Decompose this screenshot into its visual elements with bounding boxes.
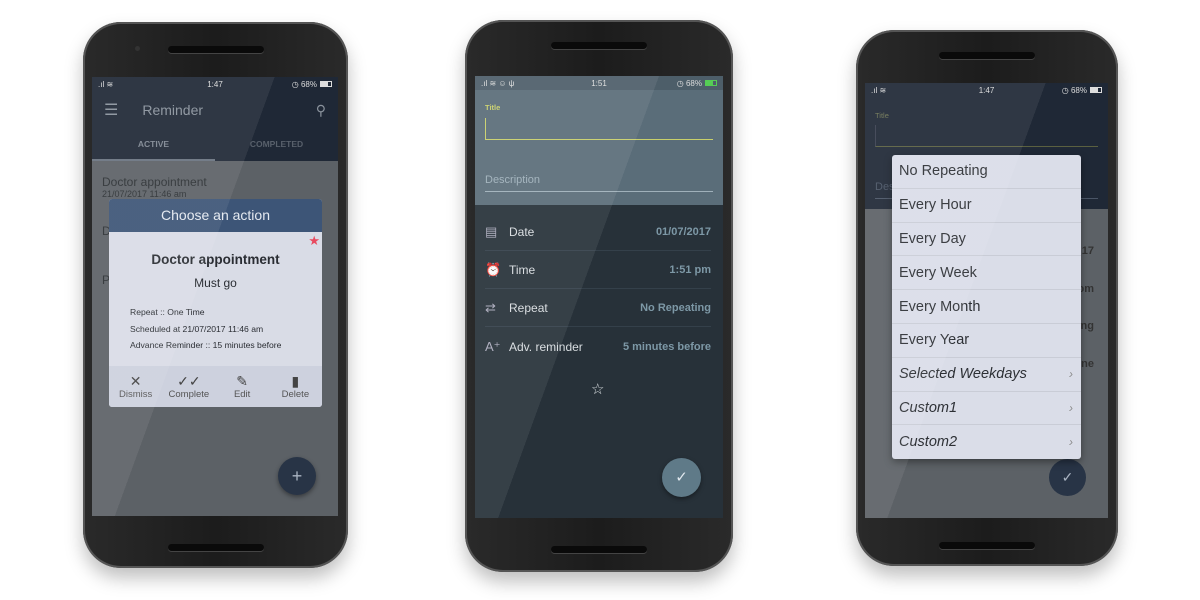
app-title: Reminder bbox=[142, 102, 204, 118]
star-icon[interactable]: ☆ bbox=[591, 380, 604, 398]
adv-reminder-row[interactable]: A⁺ Adv. reminder 5 minutes before bbox=[485, 328, 711, 365]
menu-item-no-repeating[interactable]: No Repeating bbox=[892, 155, 1081, 189]
double-check-icon: ✓✓ bbox=[177, 373, 201, 389]
menu-item-custom1[interactable]: Custom1 › bbox=[892, 392, 1081, 426]
star-icon[interactable]: ★ bbox=[308, 233, 320, 249]
advance-detail: Advance Reminder :: 15 minutes before bbox=[130, 340, 282, 350]
screen: .ıl ≋ 1:47 ◷ 68% ☰ Reminder ⚲ ACTIVE COMPL… bbox=[92, 77, 338, 516]
chevron-right-icon: › bbox=[1069, 367, 1073, 382]
date-row[interactable]: ▤ Date 01/07/2017 bbox=[485, 214, 711, 251]
close-icon: ✕ bbox=[129, 373, 142, 389]
scheduled-detail: Scheduled at 21/07/2017 11:46 am bbox=[130, 323, 264, 334]
tab-active[interactable]: ACTIVE bbox=[92, 129, 215, 161]
menu-item-every-month[interactable]: Every Month bbox=[892, 290, 1081, 324]
title-input[interactable] bbox=[485, 118, 713, 140]
title-label: Title bbox=[875, 111, 889, 120]
text-plus-icon: A⁺ bbox=[485, 338, 501, 354]
dismiss-button[interactable]: ✕ Dismiss bbox=[109, 373, 162, 400]
repeat-detail: Repeat :: One Time bbox=[130, 307, 205, 317]
title-label: Title bbox=[485, 103, 501, 112]
speaker bbox=[167, 544, 264, 551]
menu-item-every-hour[interactable]: Every Hour bbox=[892, 189, 1081, 223]
list-item[interactable]: Doctor appointment 21/07/2017 11:46 am bbox=[102, 175, 207, 199]
menu-item-every-week[interactable]: Every Week bbox=[892, 256, 1081, 291]
screen: .ıl ≋ 1:47 ◷ 68% Title Des 17 om ing one ✓ No… bbox=[865, 83, 1108, 518]
time-row[interactable]: ⏰ Time 1:51 pm bbox=[485, 252, 711, 289]
description-input[interactable]: Description bbox=[485, 174, 713, 192]
phone-3: .ıl ≋ 1:47 ◷ 68% Title Des 17 om ing one ✓ No… bbox=[856, 30, 1118, 566]
action-dialog: Choose an action ★ Doctor appointment Mu… bbox=[109, 199, 322, 407]
phone-1: .ıl ≋ 1:47 ◷ 68% ☰ Reminder ⚲ ACTIVE COMPL… bbox=[83, 22, 348, 568]
menu-item-every-day[interactable]: Every Day bbox=[892, 223, 1081, 257]
edit-button[interactable]: ✎ Edit bbox=[216, 373, 269, 400]
speaker bbox=[939, 542, 1035, 549]
status-bar: .ıl ≋ 1:47 ◷ 68% bbox=[92, 77, 338, 91]
dialog-header: Choose an action bbox=[109, 199, 322, 232]
fab-save-button[interactable]: ✓ bbox=[662, 458, 701, 497]
fab-add-button[interactable]: + bbox=[278, 457, 316, 495]
menu-item-selected-weekdays[interactable]: Selected Weekdays › bbox=[892, 358, 1081, 392]
trash-icon: ▮ bbox=[291, 373, 300, 389]
camera bbox=[135, 46, 140, 51]
chevron-right-icon: › bbox=[1069, 435, 1073, 450]
speaker bbox=[167, 46, 264, 53]
fab-save-button[interactable]: ✓ bbox=[1049, 459, 1086, 496]
calendar-icon: ▤ bbox=[485, 224, 498, 239]
reminder-description: Must go bbox=[194, 276, 237, 290]
chevron-right-icon: › bbox=[1069, 400, 1073, 415]
menu-item-every-year[interactable]: Every Year bbox=[892, 324, 1081, 358]
phone-2: .ıl ≋ ☺ ψ 1:51 ◷ 68% Title Description ▤ Da… bbox=[465, 20, 733, 572]
search-icon[interactable]: ⚲ bbox=[316, 102, 326, 119]
alarm-icon: ⏰ bbox=[485, 262, 502, 277]
speaker bbox=[551, 42, 647, 49]
complete-button[interactable]: ✓✓ Complete bbox=[162, 373, 215, 400]
delete-button[interactable]: ▮ Delete bbox=[269, 373, 322, 400]
title-input[interactable] bbox=[875, 125, 1098, 147]
repeat-menu: No Repeating Every Hour Every Day Every … bbox=[892, 155, 1081, 459]
repeat-icon: ⇄ bbox=[485, 300, 496, 315]
repeat-row[interactable]: ⇄ Repeat No Repeating bbox=[485, 290, 711, 327]
pencil-icon: ✎ bbox=[236, 373, 248, 389]
status-bar: .ıl ≋ 1:47 ◷ 68% bbox=[865, 83, 1108, 97]
menu-icon[interactable]: ☰ bbox=[104, 100, 118, 120]
menu-item-custom2[interactable]: Custom2 › bbox=[892, 425, 1081, 459]
tab-completed[interactable]: COMPLETED bbox=[215, 129, 338, 161]
status-bar: .ıl ≋ ☺ ψ 1:51 ◷ 68% bbox=[475, 76, 723, 90]
speaker bbox=[939, 52, 1035, 59]
speaker bbox=[551, 546, 647, 553]
reminder-title: Doctor appointment bbox=[151, 252, 280, 267]
screen: .ıl ≋ ☺ ψ 1:51 ◷ 68% Title Description ▤ Da… bbox=[475, 76, 723, 518]
